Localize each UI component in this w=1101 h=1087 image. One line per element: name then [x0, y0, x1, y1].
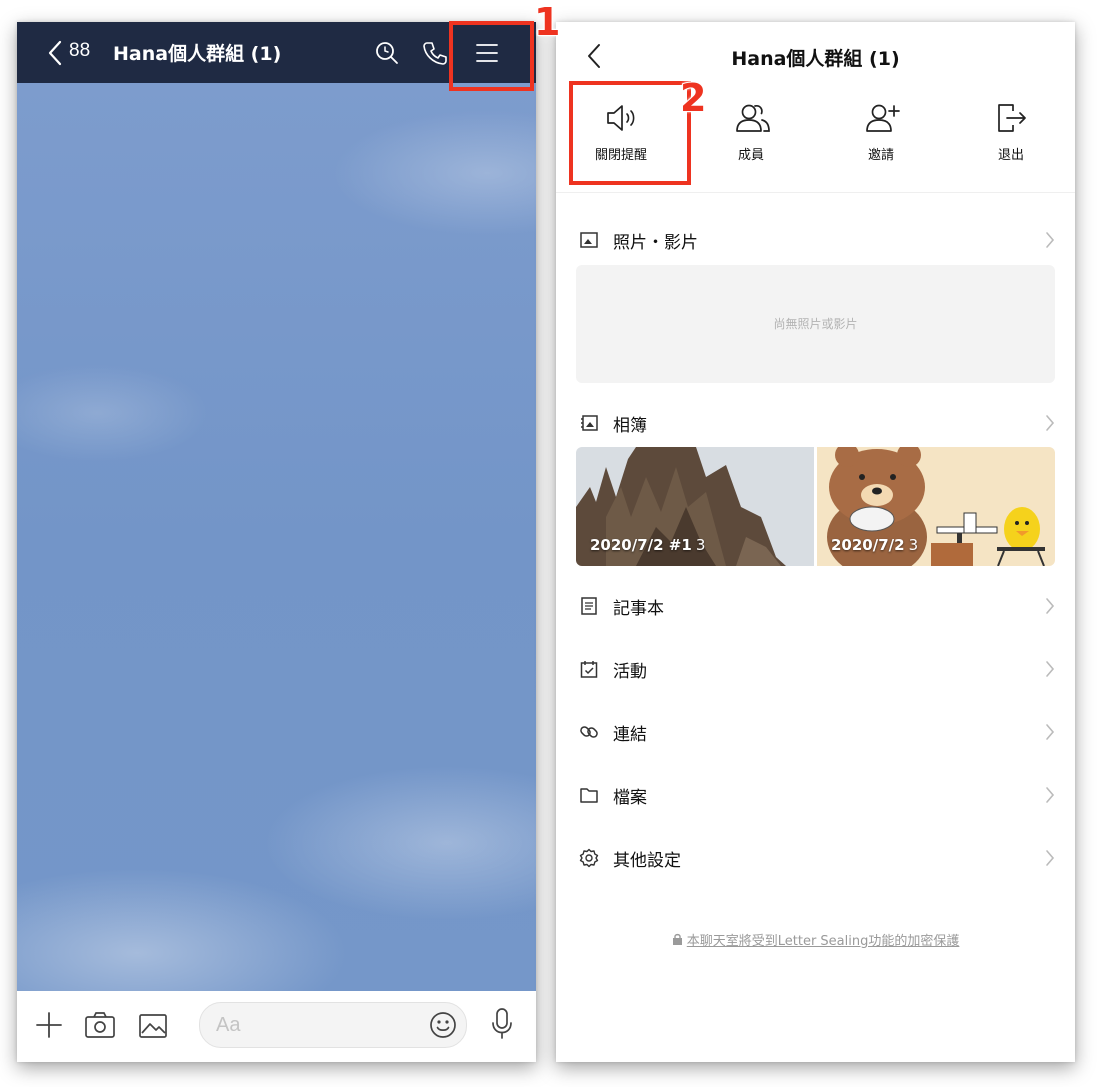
- menu-title: Hana個人群組 (1): [731, 48, 900, 70]
- album-caption: 2020/7/2 #1 3: [590, 536, 705, 554]
- note-icon: [579, 596, 599, 620]
- album-item[interactable]: 2020/7/2 #1 3: [576, 447, 814, 566]
- members-button[interactable]: 成員: [701, 96, 801, 186]
- chevron-right-icon: [1045, 786, 1055, 808]
- lock-icon: [672, 933, 687, 949]
- emoji-icon[interactable]: [428, 1010, 458, 1044]
- action-label: 成員: [737, 148, 764, 163]
- folder-icon: [579, 785, 599, 809]
- section-label: 連結: [613, 725, 647, 745]
- chevron-right-icon: [1045, 597, 1055, 619]
- section-label: 活動: [613, 662, 647, 682]
- image-icon[interactable]: [138, 1013, 168, 1043]
- events-row[interactable]: 活動: [556, 647, 1075, 691]
- section-label: 照片・影片: [613, 233, 698, 253]
- annotation-box-2: [569, 81, 691, 185]
- chevron-right-icon: [1045, 231, 1055, 253]
- section-label: 檔案: [613, 788, 647, 808]
- annotation-badge-1: 1: [533, 0, 561, 45]
- message-input[interactable]: [199, 1002, 467, 1048]
- plus-icon[interactable]: [35, 1011, 63, 1043]
- members-icon: [735, 102, 771, 138]
- album-thumbnails: 2020/7/2 #1 3 2020/7/2 3: [576, 447, 1055, 566]
- other-settings-row[interactable]: 其他設定: [556, 836, 1075, 880]
- section-label: 其他設定: [613, 851, 681, 871]
- album-count: 3: [908, 536, 919, 554]
- encryption-notice: 本聊天室將受到Letter Sealing功能的加密保護: [556, 930, 1075, 949]
- album-date: 2020/7/2: [831, 536, 905, 554]
- photos-empty-box: 尚無照片或影片: [576, 265, 1055, 383]
- microphone-icon[interactable]: [490, 1007, 514, 1045]
- album-row[interactable]: 相簿: [556, 401, 1075, 445]
- album-count: 3: [695, 536, 706, 554]
- album-icon: [579, 413, 599, 437]
- back-icon[interactable]: [47, 40, 63, 70]
- photos-videos-row[interactable]: 照片・影片: [556, 218, 1075, 262]
- leave-button[interactable]: 退出: [961, 96, 1061, 186]
- gear-icon: [579, 848, 599, 872]
- input-bar: [17, 991, 536, 1062]
- chevron-right-icon: [1045, 414, 1055, 436]
- chevron-right-icon: [1045, 660, 1055, 682]
- chat-screen: 88 Hana個人群組 (1): [17, 22, 536, 1062]
- empty-text: 尚無照片或影片: [773, 317, 858, 331]
- links-row[interactable]: 連結: [556, 710, 1075, 754]
- action-label: 邀請: [867, 148, 894, 163]
- link-icon: [579, 722, 599, 746]
- chat-title: Hana個人群組 (1): [113, 43, 282, 65]
- invite-button[interactable]: 邀請: [831, 96, 931, 186]
- encryption-link[interactable]: 本聊天室將受到Letter Sealing功能的加密保護: [687, 934, 960, 949]
- chevron-right-icon: [1045, 723, 1055, 745]
- annotation-box-1: [449, 21, 534, 91]
- annotation-badge-2: 2: [679, 75, 707, 121]
- album-caption: 2020/7/2 3: [831, 536, 918, 554]
- calendar-icon: [579, 659, 599, 683]
- notes-row[interactable]: 記事本: [556, 584, 1075, 628]
- section-label: 相簿: [613, 416, 647, 436]
- chevron-right-icon: [1045, 849, 1055, 871]
- album-item[interactable]: 2020/7/2 3: [817, 447, 1055, 566]
- add-user-icon: [865, 102, 901, 138]
- phone-icon[interactable]: [422, 40, 448, 70]
- camera-icon[interactable]: [84, 1011, 116, 1043]
- files-row[interactable]: 檔案: [556, 773, 1075, 817]
- photo-icon: [579, 230, 599, 254]
- exit-icon: [995, 102, 1029, 138]
- unread-count[interactable]: 88: [69, 40, 90, 62]
- album-date: 2020/7/2 #1: [590, 536, 692, 554]
- message-field[interactable]: [214, 1012, 418, 1038]
- action-label: 退出: [997, 148, 1024, 163]
- menu-header: Hana個人群組 (1): [556, 22, 1075, 86]
- section-label: 記事本: [613, 599, 664, 619]
- chat-background: [17, 83, 536, 991]
- search-icon[interactable]: [374, 40, 400, 70]
